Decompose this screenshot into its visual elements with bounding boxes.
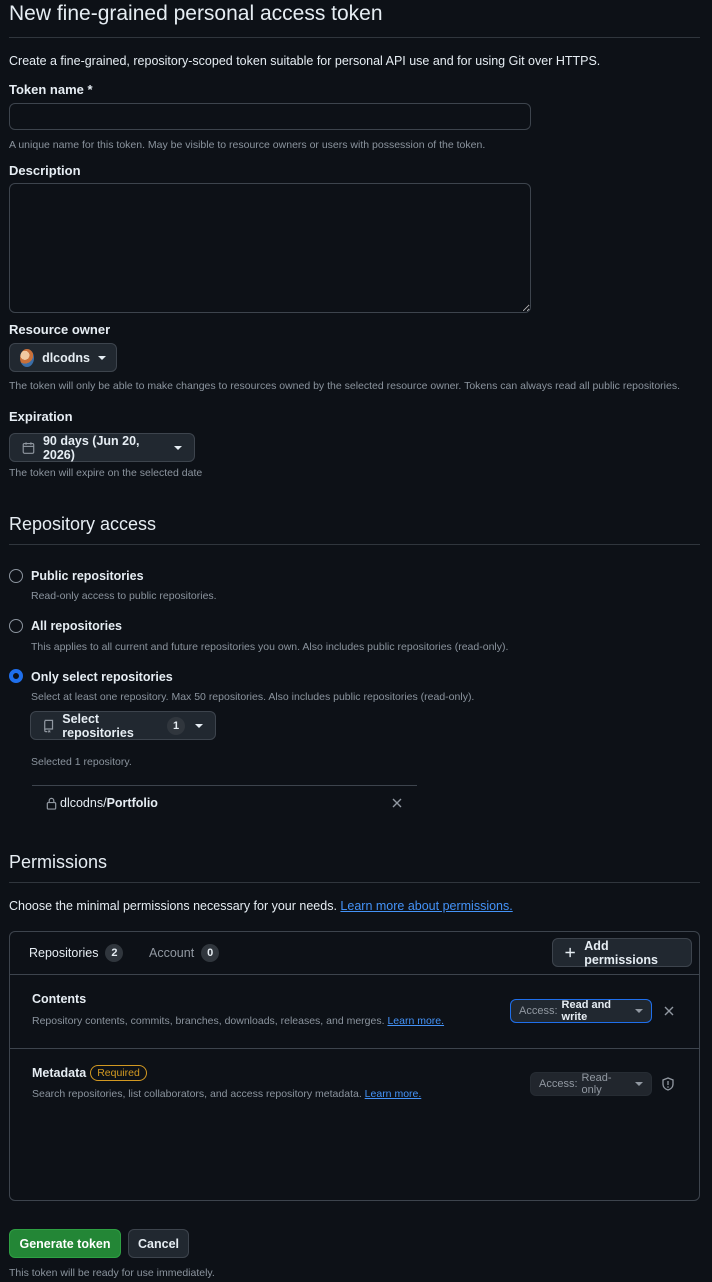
plus-icon xyxy=(565,947,575,958)
selected-repo-name: Portfolio xyxy=(106,796,158,810)
description-textarea[interactable] xyxy=(9,183,531,313)
tab-repositories-count: 2 xyxy=(105,944,124,962)
page-title: New fine-grained personal access token xyxy=(9,2,383,25)
access-value: Read and write xyxy=(561,999,612,1023)
permission-row-contents: Contents Repository contents, commits, b… xyxy=(10,975,699,1049)
permission-learn-more-link[interactable]: Learn more. xyxy=(365,1088,422,1100)
chevron-down-icon xyxy=(635,1009,643,1013)
generate-token-button[interactable]: Generate token xyxy=(9,1229,121,1258)
contents-access-dropdown[interactable]: Access: Read and write xyxy=(510,999,652,1023)
permissions-divider xyxy=(9,882,700,883)
permission-desc: Search repositories, list collaborators,… xyxy=(32,1088,421,1100)
only-select-repositories-desc: Select at least one repository. Max 50 r… xyxy=(31,691,475,703)
access-prefix: Access: xyxy=(539,1078,578,1090)
calendar-icon xyxy=(22,441,35,454)
repository-access-heading: Repository access xyxy=(9,514,157,534)
metadata-access-dropdown: Access: Read-only xyxy=(530,1072,652,1096)
footer-note: This token will be ready for use immedia… xyxy=(9,1267,215,1279)
close-icon[interactable] xyxy=(392,798,402,808)
repository-access-divider xyxy=(9,544,700,545)
selected-repo-item: dlcodns/ Portfolio xyxy=(46,794,417,812)
public-repositories-label: Public repositories xyxy=(31,569,144,583)
permissions-heading: Permissions xyxy=(9,852,108,872)
selected-repo-owner: dlcodns/ xyxy=(60,796,107,810)
tab-account-count: 0 xyxy=(201,944,220,962)
page-intro: Create a fine-grained, repository-scoped… xyxy=(9,54,601,68)
chevron-down-icon xyxy=(635,1082,643,1086)
permission-name: Metadata xyxy=(32,1066,87,1080)
expiration-label: Expiration xyxy=(9,409,73,424)
token-name-note: A unique name for this token. May be vis… xyxy=(9,139,486,151)
title-divider xyxy=(9,37,700,38)
permissions-learn-more-link[interactable]: Learn more about permissions. xyxy=(340,899,512,913)
radio-public-repositories[interactable] xyxy=(9,569,23,583)
access-prefix: Access: xyxy=(519,1005,558,1017)
select-repositories-label: Select repositories xyxy=(62,711,134,740)
access-value: Read-only xyxy=(581,1072,612,1096)
radio-only-select-repositories[interactable] xyxy=(9,669,23,683)
selected-repositories-note: Selected 1 repository. xyxy=(31,756,132,768)
lock-icon xyxy=(46,797,57,810)
chevron-down-icon xyxy=(174,445,182,450)
permission-desc-text: Repository contents, commits, branches, … xyxy=(32,1015,385,1027)
select-repositories-button[interactable]: Select repositories 1 xyxy=(30,711,216,740)
permissions-intro-text: Choose the minimal permissions necessary… xyxy=(9,899,337,913)
resource-owner-value: dlcodns xyxy=(42,350,90,365)
permission-learn-more-link[interactable]: Learn more. xyxy=(387,1015,444,1027)
add-permissions-label: Add permissions xyxy=(584,938,658,967)
resource-owner-label: Resource owner xyxy=(9,322,111,337)
all-repositories-desc: This applies to all current and future r… xyxy=(31,641,509,653)
chevron-down-icon xyxy=(195,723,203,728)
tab-account-label: Account xyxy=(149,946,195,960)
radio-all-repositories[interactable] xyxy=(9,619,23,633)
permission-desc-text: Search repositories, list collaborators,… xyxy=(32,1088,362,1100)
public-repositories-desc: Read-only access to public repositories. xyxy=(31,590,217,602)
expiration-note: The token will expire on the selected da… xyxy=(9,467,203,479)
avatar xyxy=(20,348,35,367)
shield-icon xyxy=(662,1077,674,1091)
token-name-label: Token name * xyxy=(9,82,93,97)
close-icon[interactable] xyxy=(664,1006,674,1016)
expiration-value: 90 days (Jun 20, 2026) xyxy=(42,433,140,462)
only-select-repositories-label: Only select repositories xyxy=(31,670,173,684)
add-permissions-button[interactable]: Add permissions xyxy=(552,938,692,967)
permission-desc: Repository contents, commits, branches, … xyxy=(32,1015,444,1027)
chevron-down-icon xyxy=(98,355,106,360)
permissions-intro: Choose the minimal permissions necessary… xyxy=(9,899,513,913)
resource-owner-dropdown[interactable]: dlcodns xyxy=(9,343,117,372)
cancel-button[interactable]: Cancel xyxy=(128,1229,189,1258)
select-repositories-count: 1 xyxy=(167,716,185,735)
permission-name-wrap: Metadata Required xyxy=(32,1065,147,1081)
permission-name: Contents xyxy=(32,992,87,1006)
tab-repositories-label: Repositories xyxy=(29,946,99,960)
all-repositories-label: All repositories xyxy=(31,619,122,633)
tab-repositories[interactable]: Repositories 2 xyxy=(29,944,124,962)
permissions-tab-bar: Repositories 2 Account 0 Add permissions xyxy=(10,932,699,975)
required-badge: Required xyxy=(90,1065,147,1081)
expiration-dropdown[interactable]: 90 days (Jun 20, 2026) xyxy=(9,433,195,462)
token-name-input[interactable] xyxy=(9,103,531,130)
resource-owner-note: The token will only be able to make chan… xyxy=(9,380,681,392)
description-label: Description xyxy=(9,163,81,178)
selected-repo-divider xyxy=(32,785,417,786)
permissions-panel: Repositories 2 Account 0 Add permissions… xyxy=(9,931,700,1201)
tab-account[interactable]: Account 0 xyxy=(149,944,220,962)
repo-icon xyxy=(44,719,54,733)
permission-row-metadata: Metadata Required Search repositories, l… xyxy=(10,1050,699,1124)
